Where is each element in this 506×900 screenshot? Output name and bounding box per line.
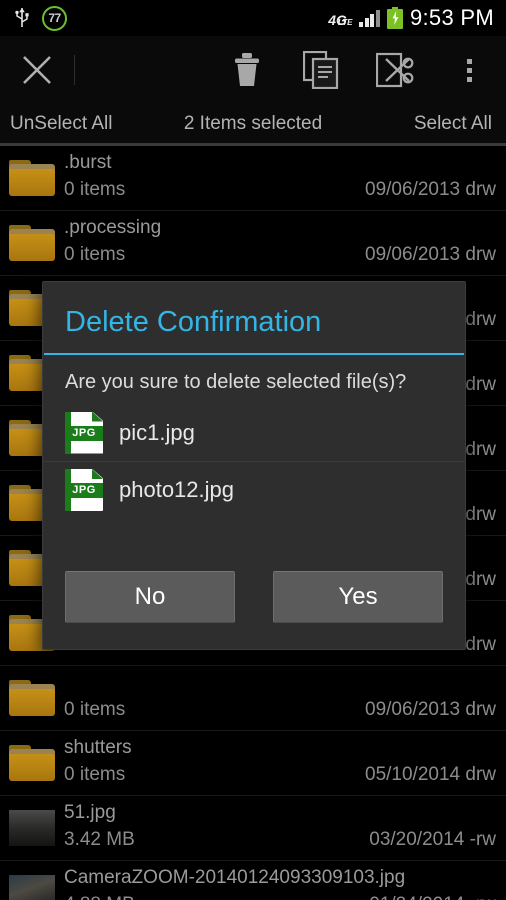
delete-confirmation-dialog: Delete Confirmation Are you sure to dele…: [42, 281, 466, 650]
jpg-badge-label: JPG: [65, 483, 103, 498]
no-button[interactable]: No: [65, 571, 235, 623]
android-file-manager-screen: 77 4G LTE 9:53 PM UnSelect All 2 Items s…: [0, 0, 506, 900]
dialog-message: Are you sure to delete selected file(s)?: [65, 371, 407, 393]
jpg-file-icon: JPG: [65, 469, 103, 511]
dialog-title: Delete Confirmation: [65, 306, 322, 338]
dialog-file-item: JPG pic1.jpg: [43, 404, 465, 461]
dialog-file-list: JPG pic1.jpg JPG photo12.jpg: [43, 404, 465, 518]
jpg-badge-label: JPG: [65, 425, 103, 441]
dialog-file-item: JPG photo12.jpg: [43, 461, 465, 518]
dialog-file-name: pic1.jpg: [119, 419, 195, 445]
yes-button[interactable]: Yes: [273, 571, 443, 623]
jpg-file-icon: JPG: [65, 411, 103, 454]
dialog-file-name: photo12.jpg: [119, 477, 234, 502]
dialog-button-bar: No Yes: [43, 571, 465, 649]
